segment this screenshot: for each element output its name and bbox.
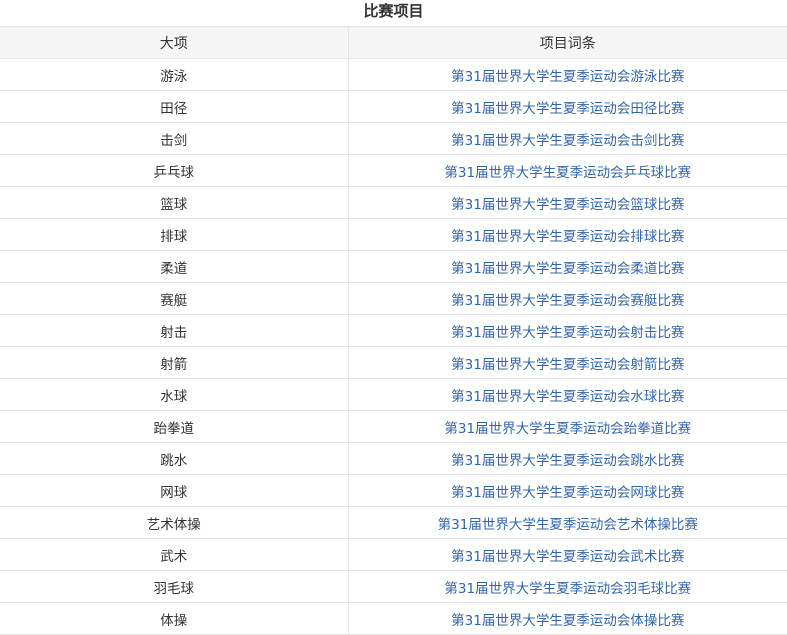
sport-cell: 艺术体操 xyxy=(0,506,349,539)
sport-cell: 跆拳道 xyxy=(0,410,349,443)
entry-link[interactable]: 第31届世界大学生夏季运动会武术比赛 xyxy=(451,549,684,565)
entry-link[interactable]: 第31届世界大学生夏季运动会艺术体操比赛 xyxy=(438,517,698,533)
entry-link[interactable]: 第31届世界大学生夏季运动会水球比赛 xyxy=(451,389,684,405)
sport-cell: 柔道 xyxy=(0,250,349,283)
entry-link[interactable]: 第31届世界大学生夏季运动会乒乓球比赛 xyxy=(444,165,691,181)
entry-cell: 第31届世界大学生夏季运动会网球比赛 xyxy=(348,474,787,507)
entry-link[interactable]: 第31届世界大学生夏季运动会跆拳道比赛 xyxy=(444,421,691,437)
entry-cell: 第31届世界大学生夏季运动会跳水比赛 xyxy=(348,442,787,475)
sport-cell: 游泳 xyxy=(0,58,349,91)
sport-cell: 击剑 xyxy=(0,122,349,155)
table-row: 跆拳道 第31届世界大学生夏季运动会跆拳道比赛 xyxy=(0,410,787,443)
entry-link[interactable]: 第31届世界大学生夏季运动会网球比赛 xyxy=(451,485,684,501)
table-header-row: 大项 项目词条 xyxy=(0,26,787,59)
sport-cell: 排球 xyxy=(0,218,349,251)
sport-cell: 赛艇 xyxy=(0,282,349,315)
sport-cell: 射箭 xyxy=(0,346,349,379)
column-header-sport: 大项 xyxy=(0,26,349,59)
entry-link[interactable]: 第31届世界大学生夏季运动会柔道比赛 xyxy=(451,261,684,277)
table-row: 水球 第31届世界大学生夏季运动会水球比赛 xyxy=(0,378,787,411)
sport-cell: 武术 xyxy=(0,538,349,571)
entry-link[interactable]: 第31届世界大学生夏季运动会羽毛球比赛 xyxy=(444,581,691,597)
table-row: 乒乓球 第31届世界大学生夏季运动会乒乓球比赛 xyxy=(0,154,787,187)
entry-cell: 第31届世界大学生夏季运动会跆拳道比赛 xyxy=(348,410,787,443)
entry-cell: 第31届世界大学生夏季运动会体操比赛 xyxy=(348,602,787,635)
entry-cell: 第31届世界大学生夏季运动会水球比赛 xyxy=(348,378,787,411)
table-row: 网球 第31届世界大学生夏季运动会网球比赛 xyxy=(0,474,787,507)
entry-link[interactable]: 第31届世界大学生夏季运动会篮球比赛 xyxy=(451,197,684,213)
table-row: 赛艇 第31届世界大学生夏季运动会赛艇比赛 xyxy=(0,282,787,315)
entry-cell: 第31届世界大学生夏季运动会乒乓球比赛 xyxy=(348,154,787,187)
table-caption: 比赛项目 xyxy=(363,2,424,20)
sport-cell: 体操 xyxy=(0,602,349,635)
entry-cell: 第31届世界大学生夏季运动会射击比赛 xyxy=(348,314,787,347)
sport-cell: 羽毛球 xyxy=(0,570,349,603)
sport-cell: 田径 xyxy=(0,90,349,123)
entry-link[interactable]: 第31届世界大学生夏季运动会排球比赛 xyxy=(451,229,684,245)
table-row: 田径 第31届世界大学生夏季运动会田径比赛 xyxy=(0,90,787,123)
entry-cell: 第31届世界大学生夏季运动会羽毛球比赛 xyxy=(348,570,787,603)
table-row: 篮球 第31届世界大学生夏季运动会篮球比赛 xyxy=(0,186,787,219)
entry-link[interactable]: 第31届世界大学生夏季运动会跳水比赛 xyxy=(451,453,684,469)
entry-link[interactable]: 第31届世界大学生夏季运动会射箭比赛 xyxy=(451,357,684,373)
column-header-entry: 项目词条 xyxy=(348,26,787,59)
entry-cell: 第31届世界大学生夏季运动会田径比赛 xyxy=(348,90,787,123)
entry-cell: 第31届世界大学生夏季运动会击剑比赛 xyxy=(348,122,787,155)
sport-cell: 水球 xyxy=(0,378,349,411)
entry-link[interactable]: 第31届世界大学生夏季运动会游泳比赛 xyxy=(451,69,684,85)
entry-link[interactable]: 第31届世界大学生夏季运动会射击比赛 xyxy=(451,325,684,341)
table-row: 体操 第31届世界大学生夏季运动会体操比赛 xyxy=(0,602,787,635)
table-row: 跳水 第31届世界大学生夏季运动会跳水比赛 xyxy=(0,442,787,475)
table-row: 柔道 第31届世界大学生夏季运动会柔道比赛 xyxy=(0,250,787,283)
entry-link[interactable]: 第31届世界大学生夏季运动会赛艇比赛 xyxy=(451,293,684,309)
sport-cell: 网球 xyxy=(0,474,349,507)
table-row: 排球 第31届世界大学生夏季运动会排球比赛 xyxy=(0,218,787,251)
sport-cell: 篮球 xyxy=(0,186,349,219)
entry-link[interactable]: 第31届世界大学生夏季运动会田径比赛 xyxy=(451,101,684,117)
entry-cell: 第31届世界大学生夏季运动会赛艇比赛 xyxy=(348,282,787,315)
table-body: 游泳 第31届世界大学生夏季运动会游泳比赛田径 第31届世界大学生夏季运动会田径比赛… xyxy=(0,58,787,635)
sport-cell: 跳水 xyxy=(0,442,349,475)
table-row: 击剑 第31届世界大学生夏季运动会击剑比赛 xyxy=(0,122,787,155)
entry-link[interactable]: 第31届世界大学生夏季运动会击剑比赛 xyxy=(451,133,684,149)
table-row: 射箭 第31届世界大学生夏季运动会射箭比赛 xyxy=(0,346,787,379)
sport-cell: 射击 xyxy=(0,314,349,347)
events-table: 大项 项目词条 游泳 第31届世界大学生夏季运动会游泳比赛 田径 第31届世界大学生夏… xyxy=(0,26,787,635)
entry-cell: 第31届世界大学生夏季运动会排球比赛 xyxy=(348,218,787,251)
table-row: 羽毛球 第31届世界大学生夏季运动会羽毛球比赛 xyxy=(0,570,787,603)
table-row: 艺术体操 第31届世界大学生夏季运动会艺术体操比赛 xyxy=(0,506,787,539)
entry-cell: 第31届世界大学生夏季运动会艺术体操比赛 xyxy=(348,506,787,539)
entry-cell: 第31届世界大学生夏季运动会游泳比赛 xyxy=(348,58,787,91)
entry-cell: 第31届世界大学生夏季运动会柔道比赛 xyxy=(348,250,787,283)
table-row: 武术 第31届世界大学生夏季运动会武术比赛 xyxy=(0,538,787,571)
table-row: 射击 第31届世界大学生夏季运动会射击比赛 xyxy=(0,314,787,347)
entry-cell: 第31届世界大学生夏季运动会射箭比赛 xyxy=(348,346,787,379)
entry-cell: 第31届世界大学生夏季运动会篮球比赛 xyxy=(348,186,787,219)
table-row: 游泳 第31届世界大学生夏季运动会游泳比赛 xyxy=(0,58,787,91)
entry-link[interactable]: 第31届世界大学生夏季运动会体操比赛 xyxy=(451,613,684,629)
sport-cell: 乒乓球 xyxy=(0,154,349,187)
entry-cell: 第31届世界大学生夏季运动会武术比赛 xyxy=(348,538,787,571)
